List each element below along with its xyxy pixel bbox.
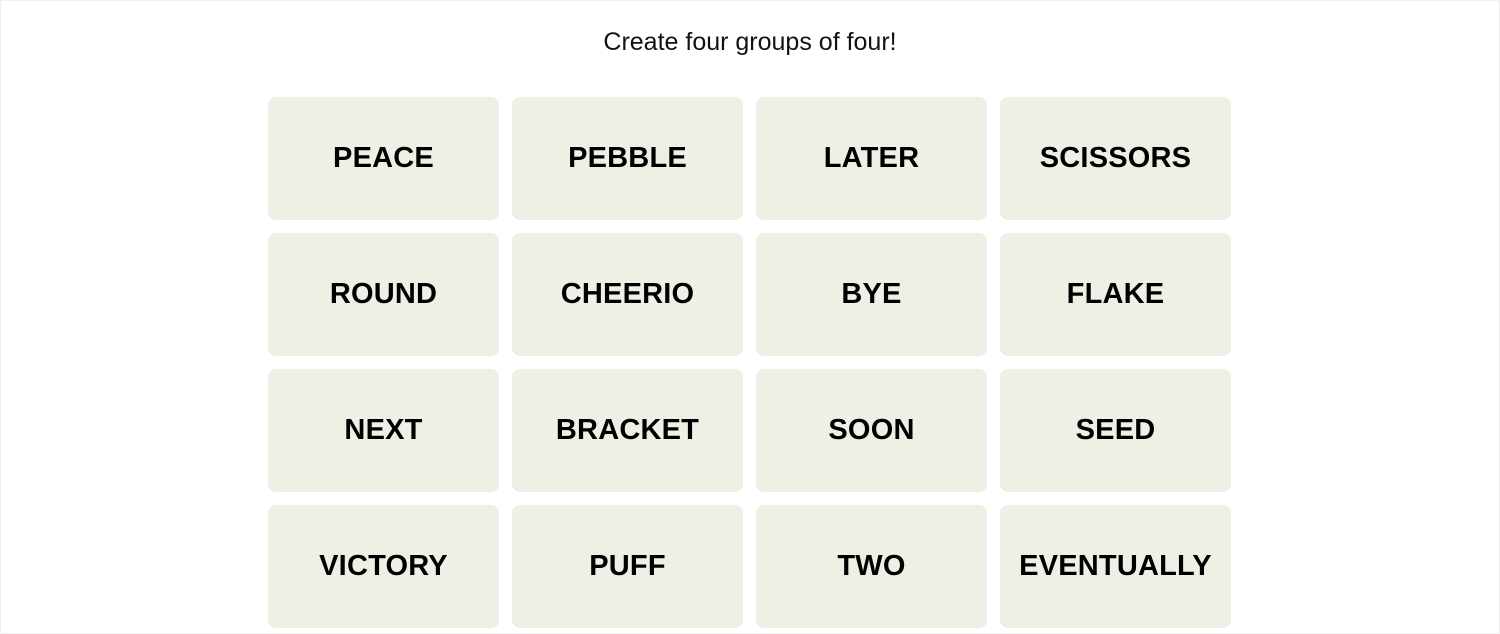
word-tile[interactable]: PEBBLE bbox=[512, 97, 743, 220]
word-tile[interactable]: PUFF bbox=[512, 505, 743, 628]
word-tile[interactable]: PEACE bbox=[268, 97, 499, 220]
word-tile[interactable]: FLAKE bbox=[1000, 233, 1231, 356]
word-tile[interactable]: SOON bbox=[756, 369, 987, 492]
word-grid: PEACE PEBBLE LATER SCISSORS ROUND CHEERI… bbox=[268, 97, 1231, 628]
word-tile[interactable]: SCISSORS bbox=[1000, 97, 1231, 220]
instructions-text: Create four groups of four! bbox=[603, 28, 897, 56]
word-tile[interactable]: LATER bbox=[756, 97, 987, 220]
word-tile[interactable]: ROUND bbox=[268, 233, 499, 356]
word-tile[interactable]: SEED bbox=[1000, 369, 1231, 492]
word-tile[interactable]: BRACKET bbox=[512, 369, 743, 492]
word-tile[interactable]: NEXT bbox=[268, 369, 499, 492]
word-tile[interactable]: CHEERIO bbox=[512, 233, 743, 356]
word-tile[interactable]: EVENTUALLY bbox=[1000, 505, 1231, 628]
word-tile[interactable]: TWO bbox=[756, 505, 987, 628]
word-tile[interactable]: BYE bbox=[756, 233, 987, 356]
word-tile[interactable]: VICTORY bbox=[268, 505, 499, 628]
